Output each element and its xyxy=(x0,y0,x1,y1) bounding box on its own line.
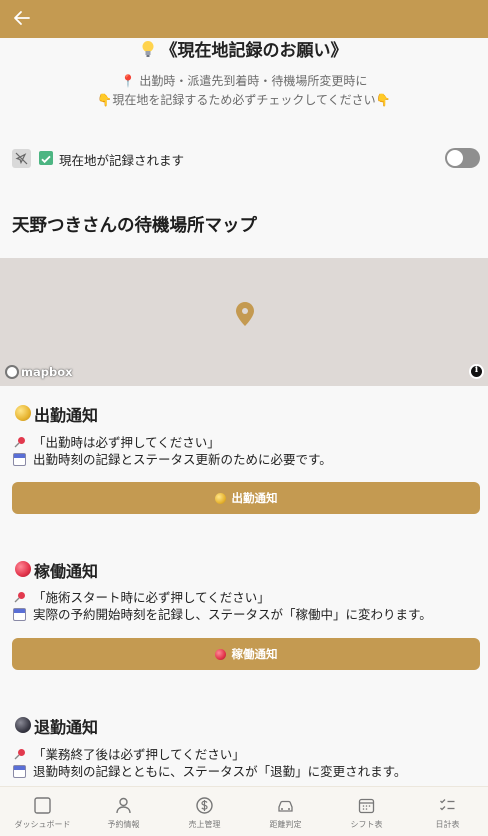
nav-dashboard[interactable]: ダッシュボード xyxy=(2,787,83,836)
work-start-note-2-text: 実際の予約開始時刻を記録し、ステータスが「稼働中」に変わります。 xyxy=(33,607,432,622)
info-icon: i xyxy=(474,365,479,375)
location-toggle[interactable] xyxy=(445,148,480,168)
square-icon xyxy=(34,797,51,814)
clock-in-note-2: 出勤時刻の記録とステータス更新のために必要です。 xyxy=(12,451,480,468)
work-start-note-1-text: 「施術スタート時に必ず押してください」 xyxy=(33,590,270,605)
arrow-left-icon[interactable] xyxy=(12,8,32,28)
location-label: 現在地が記録されます xyxy=(59,153,185,168)
nav-dashboard-label: ダッシュボード xyxy=(14,820,71,829)
calendar-icon xyxy=(358,798,375,814)
checklist-icon xyxy=(440,799,455,811)
calendar-icon xyxy=(13,453,26,466)
mapbox-logo-icon xyxy=(5,364,19,379)
dollar-circle-icon xyxy=(196,797,213,814)
nav-sales-label: 売上管理 xyxy=(188,820,221,829)
work-start-title: 稼働通知 xyxy=(34,562,99,581)
nav-shift-label: シフト表 xyxy=(350,820,383,829)
red-circle-icon xyxy=(214,648,226,660)
nav-daily-report[interactable]: 日計表 xyxy=(407,787,488,836)
clock-in-note-2-text: 出勤時刻の記録とステータス更新のために必要です。 xyxy=(33,452,332,467)
nav-reservations[interactable]: 予約情報 xyxy=(83,787,164,836)
title-text: 《現在地記録のお願い》 xyxy=(160,41,348,61)
yellow-circle-icon xyxy=(214,492,226,504)
nav-distance[interactable]: 距離判定 xyxy=(245,787,326,836)
mapbox-logo[interactable]: mapbox xyxy=(5,363,73,380)
page-title: 《現在地記録のお願い》 xyxy=(0,36,488,61)
calendar-icon xyxy=(13,765,26,778)
clock-out-heading: 退勤通知 xyxy=(12,713,480,739)
clock-in-section: 出勤通知 「出勤時は必ず押してください」 出勤時刻の記録とステータス更新のために… xyxy=(12,401,480,514)
car-icon xyxy=(278,800,293,812)
work-start-section: 稼働通知 「施術スタート時に必ず押してください」 実際の予約開始時刻を記録し、ス… xyxy=(12,557,480,670)
clock-in-title: 出勤通知 xyxy=(34,406,99,425)
pushpin-icon xyxy=(14,437,25,448)
clock-in-heading: 出勤通知 xyxy=(12,401,480,427)
nav-sales[interactable]: 売上管理 xyxy=(164,787,245,836)
bottom-nav: ダッシュボード 予約情報 売上管理 距離判定 シフト表 日計表 xyxy=(0,786,488,836)
clock-out-note-1: 「業務終了後は必ず押してください」 xyxy=(12,746,480,763)
work-start-button-label: 稼働通知 xyxy=(231,647,278,661)
work-start-note-2: 実際の予約開始時刻を記録し、ステータスが「稼働中」に変わります。 xyxy=(12,606,480,623)
user-icon xyxy=(116,797,131,814)
mapbox-logo-text: mapbox xyxy=(21,364,73,379)
work-start-heading: 稼働通知 xyxy=(12,557,480,583)
black-circle-icon xyxy=(15,717,31,733)
work-start-note-1: 「施術スタート時に必ず押してください」 xyxy=(12,589,480,606)
clock-out-title: 退勤通知 xyxy=(34,718,99,737)
lightbulb-icon xyxy=(142,41,153,57)
map-title: 天野つきさんの待機場所マップ xyxy=(12,216,257,236)
map-pin-icon[interactable] xyxy=(236,302,254,326)
request-line-2: 👇現在地を記録するため必ずチェックしてください👇 xyxy=(97,93,391,107)
pushpin-icon xyxy=(14,749,25,760)
location-checkbox[interactable] xyxy=(39,151,53,165)
clock-out-note-2: 退勤時刻の記録とともに、ステータスが「退勤」に変更されます。 xyxy=(12,763,480,780)
calendar-icon xyxy=(13,608,26,621)
nav-distance-label: 距離判定 xyxy=(269,820,302,829)
top-bar xyxy=(0,0,488,38)
clock-out-section: 退勤通知 「業務終了後は必ず押してください」 退勤時刻の記録とともに、ステータス… xyxy=(12,713,480,780)
nav-reservations-label: 予約情報 xyxy=(107,820,140,829)
location-row: 現在地が記録されます xyxy=(12,148,480,170)
toggle-knob xyxy=(447,150,463,166)
map-info-button[interactable]: i xyxy=(469,364,484,379)
clock-in-note-1-text: 「出勤時は必ず押してください」 xyxy=(33,435,220,450)
nav-daily-report-label: 日計表 xyxy=(435,820,460,829)
red-circle-icon xyxy=(15,561,31,577)
clock-out-note-2-text: 退勤時刻の記録とともに、ステータスが「退勤」に変更されます。 xyxy=(33,764,407,779)
yellow-circle-icon xyxy=(15,405,31,421)
request-line-1: 📍 出勤時・派遣先到着時・待機場所変更時に xyxy=(120,74,368,88)
clock-out-note-1-text: 「業務終了後は必ず押してください」 xyxy=(33,747,245,762)
nav-shift[interactable]: シフト表 xyxy=(326,787,407,836)
work-start-button[interactable]: 稼働通知 xyxy=(12,638,480,670)
clock-in-button-label: 出勤通知 xyxy=(231,491,278,505)
clock-in-button[interactable]: 出勤通知 xyxy=(12,482,480,514)
standby-map[interactable]: mapbox i xyxy=(0,258,488,386)
clock-in-note-1: 「出勤時は必ず押してください」 xyxy=(12,434,480,451)
pushpin-icon xyxy=(14,592,25,603)
gps-off-icon xyxy=(12,149,31,168)
